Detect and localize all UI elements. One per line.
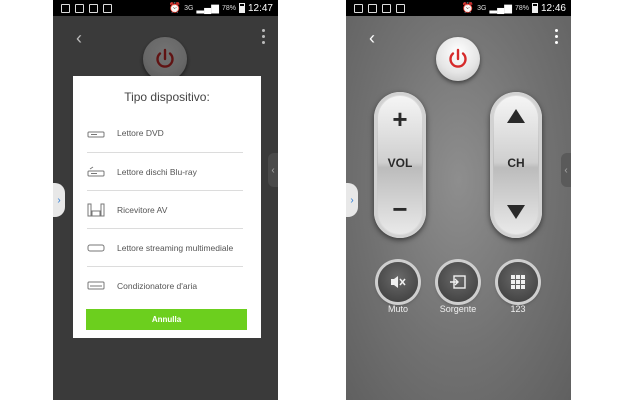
minus-icon: − [392,194,408,224]
alarm-icon: ⏰ [168,2,182,14]
av-receiver-icon [87,203,105,217]
device-item-air-conditioner[interactable]: Condizionatore d'aria [87,266,243,304]
signal-icon: ▂▄▆ [489,2,512,14]
cancel-button[interactable]: Annulla [86,309,247,330]
battery-icon [531,3,538,13]
source-button[interactable] [438,262,478,302]
overflow-menu-icon[interactable] [258,26,268,46]
battery-icon [238,3,245,13]
right-phone-screen: ⏰ 3G ▂▄▆ 78% 12:46 ‹ › ‹ + VOL − CH Muto… [346,0,571,400]
power-icon [449,48,467,68]
keypad-icon [511,275,525,289]
dialog-title: Tipo dispositivo: [124,90,210,104]
device-item-av-receiver[interactable]: Ricevitore AV [87,190,243,228]
volume-down-button[interactable]: − [374,194,426,224]
image-icon [75,3,84,13]
channel-label: CH [507,156,525,170]
triangle-down-icon [507,205,525,219]
volume-rocker: + VOL − [374,92,426,238]
power-button[interactable] [436,37,480,81]
battery-percent: 78% [221,4,236,12]
volume-label: VOL [387,156,413,170]
left-drawer-tab[interactable]: › [53,183,65,217]
left-drawer-tab[interactable]: › [346,183,358,217]
battery-percent: 78% [514,4,529,12]
power-button[interactable] [143,37,187,81]
keypad-label: 123 [510,304,526,314]
tools-icon [396,3,405,13]
network-type: 3G [184,4,194,12]
device-item-bluray[interactable]: Lettore dischi Blu-ray [87,152,243,190]
mute-label: Muto [387,304,408,314]
notification-icon [89,3,98,13]
source-icon [450,275,466,289]
channel-up-button[interactable] [490,108,542,124]
channel-rocker: CH [490,92,542,238]
mute-button[interactable] [378,262,418,302]
network-type: 3G [477,4,487,12]
bluray-player-icon [87,165,105,179]
triangle-up-icon [507,109,525,123]
clock: 12:46 [540,2,566,14]
device-item-label: Lettore streaming multimediale [117,242,234,253]
device-item-label: Ricevitore AV [117,204,168,215]
device-item-label: Lettore DVD [117,128,164,138]
notification-icon [61,3,70,13]
alarm-icon: ⏰ [461,2,475,14]
channel-down-button[interactable] [490,204,542,220]
tools-icon [103,3,112,13]
right-drawer-tab[interactable]: ‹ [268,153,278,187]
streaming-player-icon [87,241,105,255]
notification-icon [354,3,363,13]
power-icon [156,48,174,68]
clock: 12:47 [247,2,273,14]
back-icon[interactable]: ‹ [69,28,89,48]
device-item-streaming[interactable]: Lettore streaming multimediale [87,228,243,266]
mute-icon [391,276,406,288]
signal-icon: ▂▄▆ [196,2,219,14]
notification-icon [382,3,391,13]
device-item-label: Condizionatore d'aria [117,280,198,291]
device-type-dialog: Tipo dispositivo: Lettore DVD Lettore di… [73,76,261,338]
plus-icon: + [392,104,408,134]
dvd-player-icon [87,126,105,140]
image-icon [368,3,377,13]
air-conditioner-icon [87,279,105,293]
left-phone-screen: ⏰ 3G ▂▄▆ 78% 12:47 ‹ › ‹ Tipo dispositiv… [53,0,278,400]
status-bar: ⏰ 3G ▂▄▆ 78% 12:47 [53,0,278,16]
back-icon[interactable]: ‹ [362,28,382,48]
status-bar: ⏰ 3G ▂▄▆ 78% 12:46 [346,0,571,16]
device-item-label: Lettore dischi Blu-ray [117,166,197,177]
source-label: Sorgente [439,304,477,314]
device-item-dvd[interactable]: Lettore DVD [87,114,243,152]
keypad-button[interactable] [498,262,538,302]
overflow-menu-icon[interactable] [551,26,561,46]
volume-up-button[interactable]: + [374,104,426,134]
right-drawer-tab[interactable]: ‹ [561,153,571,187]
